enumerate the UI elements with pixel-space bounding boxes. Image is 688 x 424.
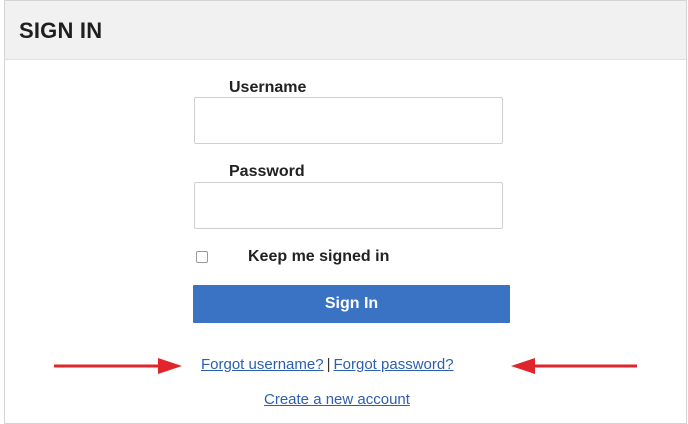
link-separator: |: [326, 356, 331, 373]
forgot-password-link[interactable]: Forgot password?: [333, 356, 453, 373]
account-help-links: Forgot username? | Forgot password?: [201, 356, 454, 374]
page-title: SIGN IN: [19, 18, 103, 43]
password-label: Password: [229, 163, 305, 180]
username-field[interactable]: [194, 97, 503, 144]
left-arrow-icon: [511, 358, 637, 374]
right-arrow-icon: [54, 358, 182, 374]
sign-in-button[interactable]: Sign In: [193, 285, 510, 323]
keep-signed-in-label: Keep me signed in: [248, 248, 390, 265]
create-account-link[interactable]: Create a new account: [264, 391, 410, 409]
username-label: Username: [229, 79, 307, 96]
keep-signed-in-checkbox[interactable]: [196, 251, 208, 263]
password-field[interactable]: [194, 182, 503, 229]
panel-header: SIGN IN: [5, 1, 686, 60]
forgot-username-link[interactable]: Forgot username?: [201, 356, 324, 373]
